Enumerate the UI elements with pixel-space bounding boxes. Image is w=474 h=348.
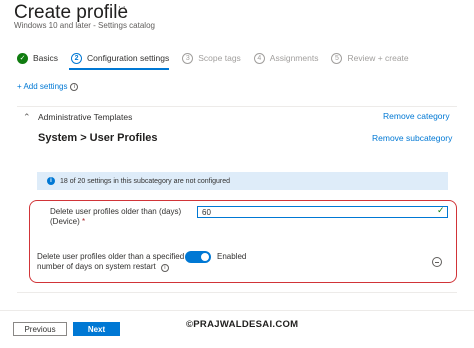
add-settings-label: + Add settings [17, 82, 68, 91]
next-button[interactable]: Next [73, 322, 120, 336]
toggle-state-label: Enabled [217, 252, 247, 261]
previous-button[interactable]: Previous [13, 322, 67, 336]
checkmark-icon: ✓ [437, 205, 445, 215]
remove-setting-icon[interactable] [432, 257, 442, 267]
checkmark-icon: ✓ [17, 52, 28, 64]
info-message-bar: i 18 of 20 settings in this subcategory … [37, 172, 448, 190]
add-settings-link[interactable]: + Add settings i [17, 82, 79, 91]
delete-days-input[interactable] [197, 206, 448, 218]
step-label: Scope tags [198, 53, 241, 63]
step-label: Basics [33, 53, 59, 63]
step-scope-tags[interactable]: 3 Scope tags [182, 52, 241, 64]
toggle-knob [201, 253, 209, 261]
step-basics[interactable]: ✓ Basics [17, 52, 59, 64]
step-assignments[interactable]: 4 Assignments [253, 52, 319, 64]
delete-days-label-text: Delete user profiles older than (days) (… [50, 207, 182, 226]
info-icon[interactable]: i [70, 82, 79, 91]
category-label: Administrative Templates [38, 112, 133, 122]
step-number: 2 [71, 52, 83, 64]
step-number: 4 [253, 52, 265, 64]
subcategory-title: System > User Profiles [38, 132, 158, 144]
watermark: ©PRAJWALDESAI.COM [186, 319, 299, 330]
required-mark: * [82, 217, 86, 226]
more-options-icon[interactable]: ··· [113, 1, 127, 13]
enabled-toggle[interactable] [185, 251, 211, 263]
info-icon: i [47, 177, 55, 185]
chevron-up-icon[interactable]: ⌃ [23, 112, 31, 123]
active-step-indicator [69, 68, 169, 70]
step-label: Assignments [269, 53, 319, 63]
footer-divider [0, 310, 474, 311]
section-divider [17, 292, 457, 293]
step-label: Review + create [347, 53, 409, 63]
step-number: 3 [182, 52, 194, 64]
step-label: Configuration settings [87, 53, 170, 63]
info-message-text: 18 of 20 settings in this subcategory ar… [60, 177, 231, 185]
step-review-create[interactable]: 5 Review + create [331, 52, 409, 64]
wizard-steps: ✓ Basics 2 Configuration settings 3 Scop… [17, 51, 422, 65]
step-number: 5 [331, 52, 343, 64]
page-subtitle: Windows 10 and later - Settings catalog [14, 21, 155, 30]
delete-days-label: Delete user profiles older than (days) (… [50, 207, 200, 227]
remove-category-link[interactable]: Remove category [383, 111, 450, 121]
step-configuration-settings[interactable]: 2 Configuration settings [71, 52, 170, 64]
info-icon[interactable]: i [160, 264, 169, 272]
remove-subcategory-link[interactable]: Remove subcategory [372, 133, 452, 143]
delete-on-restart-label: Delete user profiles older than a specif… [37, 252, 187, 272]
